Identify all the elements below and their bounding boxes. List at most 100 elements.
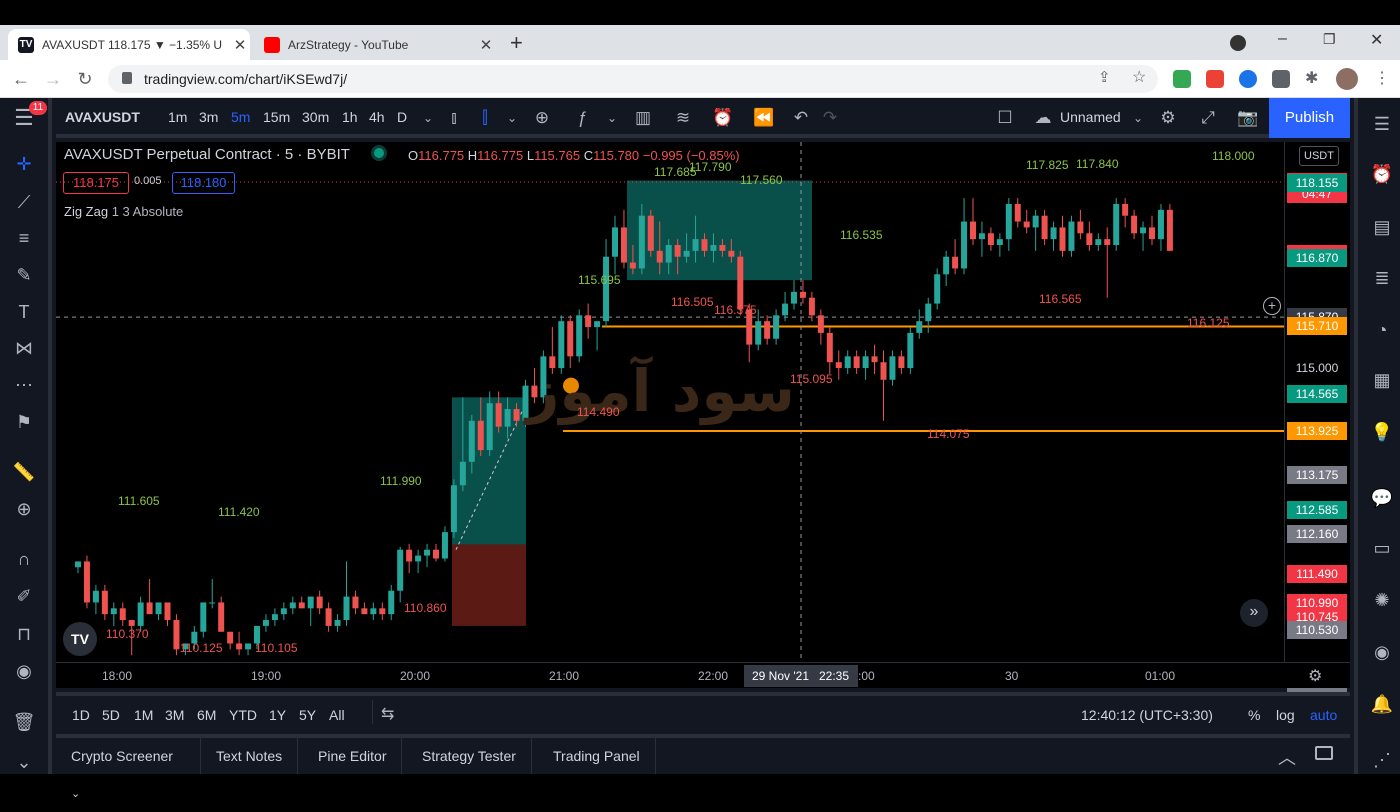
tab-text-notes[interactable]: Text Notes — [201, 738, 299, 774]
extension-icon[interactable] — [1239, 70, 1257, 88]
timeframe-3m[interactable]: 3m — [199, 109, 218, 125]
calendar-icon[interactable]: ▦ — [1368, 366, 1396, 394]
templates-icon[interactable]: ≋ — [671, 106, 695, 130]
fib-retracement-icon[interactable]: ≡ — [10, 224, 38, 252]
maximize-panel-icon[interactable] — [1315, 746, 1333, 760]
indicator-legend[interactable]: Zig Zag 1 3 Absolute — [64, 204, 183, 219]
auto-scale-toggle[interactable]: auto — [1310, 707, 1337, 723]
hotlists-icon[interactable]: ≣ — [1368, 264, 1396, 292]
timeframe-4h[interactable]: 4h — [369, 109, 385, 125]
notifications-bell-icon[interactable]: 🔔 — [1368, 690, 1396, 718]
share-icon[interactable]: ⇪ — [1098, 68, 1111, 86]
goto-date-icon[interactable]: ⇆ — [381, 704, 394, 724]
timeframe-30m[interactable]: 30m — [302, 109, 329, 125]
tradingview-logo[interactable]: TV — [63, 622, 97, 656]
undo-icon[interactable]: ↶ — [789, 106, 813, 130]
range-5Y[interactable]: 5Y — [299, 707, 316, 723]
buy-button[interactable]: 118.180 — [172, 172, 235, 194]
profile-avatar[interactable] — [1336, 68, 1358, 90]
publish-button[interactable]: Publish — [1269, 98, 1350, 138]
tab-pine-editor[interactable]: Pine Editor — [303, 738, 403, 774]
redo-icon[interactable]: ↷ — [818, 106, 842, 130]
maximize-button[interactable]: ❐ — [1323, 31, 1336, 48]
bulb-icon[interactable]: ✺ — [1368, 586, 1396, 614]
pattern-icon[interactable]: ⋈ — [10, 334, 38, 362]
range-1D[interactable]: 1D — [72, 707, 90, 723]
sell-button[interactable]: 118.175 — [63, 172, 129, 194]
financials-icon[interactable]: ▥ — [631, 106, 655, 130]
zoom-in-icon[interactable]: ⊕ — [10, 495, 38, 523]
calendar-pie-icon[interactable]: ◔ — [1368, 316, 1396, 344]
alerts-icon[interactable]: ⏰ — [1368, 160, 1396, 188]
text-tool-icon[interactable]: T — [10, 298, 38, 326]
bars-style-icon[interactable]: ⫾ — [442, 106, 466, 130]
browser-tab-youtube[interactable]: ArzStrategy - YouTube ✕ — [254, 29, 496, 60]
close-window-button[interactable]: ✕ — [1370, 30, 1383, 50]
range-All[interactable]: All — [329, 707, 345, 723]
expand-panel-icon[interactable]: ︿ — [1278, 744, 1296, 770]
camera-icon[interactable]: 📷 — [1236, 106, 1260, 130]
crosshair-icon[interactable]: ✛ — [10, 150, 38, 178]
timeframe-5m[interactable]: 5m — [231, 109, 250, 125]
log-scale-toggle[interactable]: log — [1276, 707, 1295, 723]
scroll-to-realtime-icon[interactable]: » — [1240, 599, 1268, 627]
magnet-icon[interactable]: ∩ — [10, 545, 38, 573]
new-tab-button[interactable]: + — [510, 30, 523, 56]
range-5D[interactable]: 5D — [102, 707, 120, 723]
range-1M[interactable]: 1M — [134, 707, 153, 723]
chevron-down-icon[interactable]: ⌄ — [500, 106, 524, 130]
tab-trading-panel[interactable]: Trading Panel — [538, 738, 656, 774]
time-scale[interactable]: 18:00 19:00 20:00 21:00 22:00 29 Nov '21… — [56, 662, 1350, 688]
timeframe-15m[interactable]: 15m — [263, 109, 290, 125]
browser-tab-tradingview[interactable]: TV AVAXUSDT 118.175 ▼ −1.35% U ✕ — [8, 29, 250, 60]
eye-icon[interactable]: ◉ — [10, 657, 38, 685]
timeframe-1m[interactable]: 1m — [168, 109, 187, 125]
flag-icon[interactable]: ⚑ — [10, 408, 38, 436]
trend-line-icon[interactable]: ⟋ — [10, 188, 38, 216]
extension-icon[interactable] — [1173, 70, 1191, 88]
alert-clock-icon[interactable]: ⏰ — [711, 106, 735, 130]
lock-drawings-icon[interactable]: ✐ — [10, 582, 38, 610]
range-YTD[interactable]: YTD — [229, 707, 257, 723]
scale-settings-gear-icon[interactable]: ⚙ — [1308, 666, 1322, 686]
range-3M[interactable]: 3M — [165, 707, 184, 723]
close-tab-icon[interactable]: ✕ — [230, 36, 250, 54]
compare-add-icon[interactable]: ⊕ — [530, 106, 554, 130]
timezone-clock[interactable]: 12:40:12 (UTC+3:30) — [1081, 707, 1213, 723]
symbol-search[interactable]: AVAXUSDT — [65, 109, 140, 125]
chats-icon[interactable]: 💬 — [1368, 484, 1396, 512]
add-alert-plus-icon[interactable]: + — [1263, 297, 1281, 315]
chevron-down-icon[interactable]: ⌄ — [416, 106, 440, 130]
ideas-bulb-icon[interactable]: 💡 — [1368, 418, 1396, 446]
chart-legend-title[interactable]: AVAXUSDT Perpetual Contract · 5 · BYBIT — [64, 146, 350, 163]
close-tab-icon[interactable]: ✕ — [476, 36, 496, 54]
replay-icon[interactable]: ⏪ — [752, 106, 776, 130]
bookmark-star-icon[interactable]: ☆ — [1132, 67, 1146, 87]
prediction-icon[interactable]: ⋯ — [10, 371, 38, 399]
url-input[interactable]: tradingview.com/chart/iKSEwd7j/ ⇪ ☆ — [108, 65, 1158, 93]
messages-icon[interactable]: ▭ — [1368, 534, 1396, 562]
tab-crypto-screener[interactable]: Crypto Screener ⌄ — [56, 738, 201, 800]
market-status-icon[interactable] — [374, 148, 384, 158]
unlock-icon[interactable]: ⊓ — [10, 620, 38, 648]
trash-icon[interactable]: 🗑 — [10, 708, 38, 736]
candles-style-icon[interactable]: ⫿ — [473, 106, 497, 130]
puzzle-extensions-icon[interactable]: ✱ — [1305, 68, 1318, 88]
brush-icon[interactable]: ✎ — [10, 261, 38, 289]
ruler-icon[interactable]: 📏 — [10, 458, 38, 486]
minimize-button[interactable]: – — [1278, 30, 1287, 48]
layout-name[interactable]: Unnamed — [1060, 109, 1121, 125]
forward-arrow-icon[interactable]: → — [40, 66, 66, 92]
reload-icon[interactable]: ↻ — [72, 66, 98, 92]
help-icon[interactable]: ⋰ — [1368, 746, 1396, 774]
back-arrow-icon[interactable]: ← — [8, 66, 34, 92]
extension-icon[interactable] — [1206, 70, 1224, 88]
streams-icon[interactable]: ◉ — [1368, 638, 1396, 666]
collapse-chevron-icon[interactable]: ⌄ — [10, 748, 38, 776]
layout-square-icon[interactable]: ☐ — [993, 106, 1017, 130]
extension-icon[interactable] — [1272, 70, 1290, 88]
timeframe-D[interactable]: D — [397, 109, 407, 125]
chevron-down-icon[interactable]: ⌄ — [1126, 106, 1150, 130]
browser-menu-icon[interactable]: ⋮ — [1374, 68, 1390, 88]
chart-pane[interactable]: سود آموز AVAXUSDT Perpetual Contract · 5… — [56, 142, 1284, 662]
